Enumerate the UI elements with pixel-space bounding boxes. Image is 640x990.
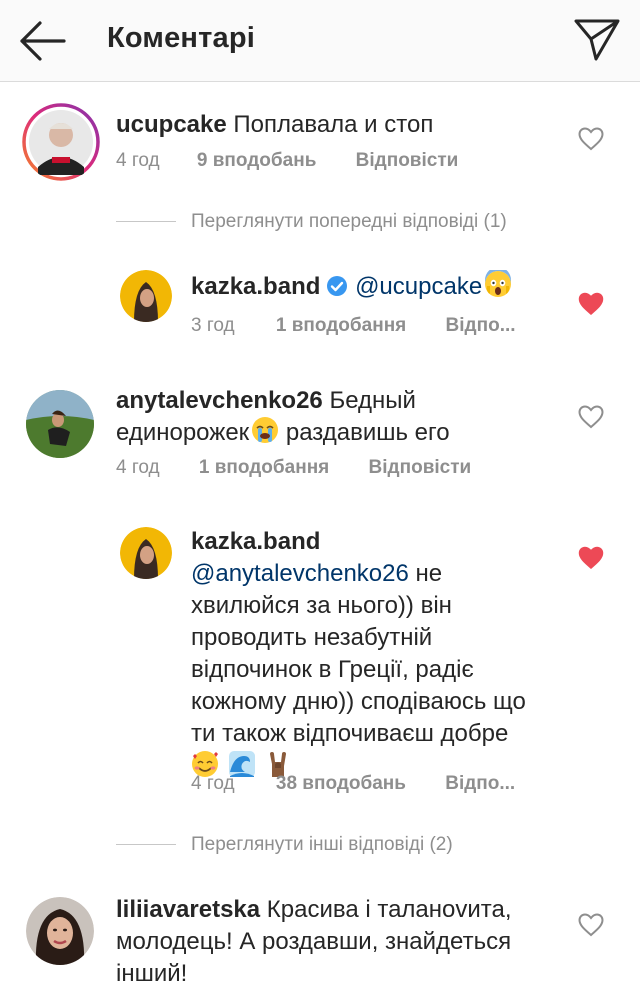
comment-body: інший! xyxy=(116,960,188,987)
comment-body: відпочинок в Греції, радіє xyxy=(191,656,474,683)
screaming-face-emoji-icon xyxy=(484,267,512,307)
comment-likes[interactable]: 38 вподобань xyxy=(276,773,406,795)
avatar[interactable] xyxy=(26,390,94,458)
comment-body: ти також відпочиваєш добре xyxy=(191,720,509,747)
view-previous-replies[interactable]: Переглянути попередні відповіді (1) xyxy=(191,211,507,233)
like-heart-icon[interactable] xyxy=(578,405,604,429)
reply-button[interactable]: Відпо... xyxy=(445,773,515,795)
comment-body: проводить незабутній xyxy=(191,624,433,651)
comment-body: кожному дню)) сподіваюсь що xyxy=(191,688,526,715)
reply-button[interactable]: Відпо... xyxy=(446,315,516,337)
comment-meta: 4 год 38 вподобань Відпо... xyxy=(191,773,515,795)
comment-mention[interactable]: @ucupcake xyxy=(355,273,482,300)
comment-text: liliiavaretska Красива і таланоvита, мол… xyxy=(116,894,576,990)
back-arrow-icon[interactable] xyxy=(18,18,68,64)
comment-mention[interactable]: @anytalevchenko26 xyxy=(191,560,409,587)
avatar[interactable] xyxy=(22,103,100,181)
comment-likes[interactable]: 9 вподобань xyxy=(197,150,316,172)
direct-message-icon[interactable] xyxy=(572,17,622,63)
view-other-replies[interactable]: Переглянути інші відповіді (2) xyxy=(191,834,453,856)
comment-body: не xyxy=(415,560,443,587)
divider-line xyxy=(116,221,176,222)
comment-text: kazka.band @ucupcake xyxy=(191,267,512,307)
like-heart-icon[interactable] xyxy=(578,127,604,151)
comment-text: kazka.band @anytalevchenko26 не хвилюйся… xyxy=(191,526,571,782)
comment-meta: 4 год 1 вподобання Відповісти xyxy=(116,457,471,479)
reply-button[interactable]: Відповісти xyxy=(369,457,472,479)
comment-body: молодець! А роздавши, знайдеться xyxy=(116,928,512,955)
like-heart-icon[interactable] xyxy=(578,546,604,570)
comment-body: хвилюйся за нього)) він xyxy=(191,592,452,619)
comment-body: Бедный xyxy=(329,387,416,414)
top-bar: Коментарі xyxy=(0,0,640,82)
comment-likes[interactable]: 1 вподобання xyxy=(276,315,406,337)
comment-body: Красива і таланоvита, xyxy=(266,896,512,923)
reply-button[interactable]: Відповісти xyxy=(356,150,459,172)
comment-body: Поплавала и стоп xyxy=(233,111,434,138)
comment-body: раздавишь его xyxy=(285,419,450,446)
like-heart-icon[interactable] xyxy=(578,913,604,937)
comment-username[interactable]: ucupcake xyxy=(116,111,227,138)
comment-username[interactable]: kazka.band xyxy=(191,528,320,555)
comment-body: единорожек xyxy=(116,419,250,446)
page-title: Коментарі xyxy=(107,22,256,54)
comment-username[interactable]: liliiavaretska xyxy=(116,896,260,923)
divider-line xyxy=(116,844,176,845)
verified-badge-icon xyxy=(326,274,348,306)
comment-meta: 4 год 9 вподобань Відповісти xyxy=(116,150,458,172)
avatar[interactable] xyxy=(26,897,94,965)
comment-time: 3 год xyxy=(191,315,235,336)
comment-time: 4 год xyxy=(116,457,160,478)
comment-time: 4 год xyxy=(191,773,235,794)
comment-username[interactable]: kazka.band xyxy=(191,273,320,300)
avatar[interactable] xyxy=(120,527,172,579)
avatar[interactable] xyxy=(120,270,172,322)
comment-username[interactable]: anytalevchenko26 xyxy=(116,387,323,414)
like-heart-icon[interactable] xyxy=(578,292,604,316)
crying-face-emoji-icon xyxy=(251,416,279,453)
comment-likes[interactable]: 1 вподобання xyxy=(199,457,329,479)
comment-meta: 3 год 1 вподобання Відпо... xyxy=(191,315,516,337)
comment-text: anytalevchenko26 Бедный единорожек разда… xyxy=(116,385,566,453)
comment-time: 4 год xyxy=(116,150,160,171)
comment-text: ucupcake Поплавала и стоп xyxy=(116,109,433,141)
